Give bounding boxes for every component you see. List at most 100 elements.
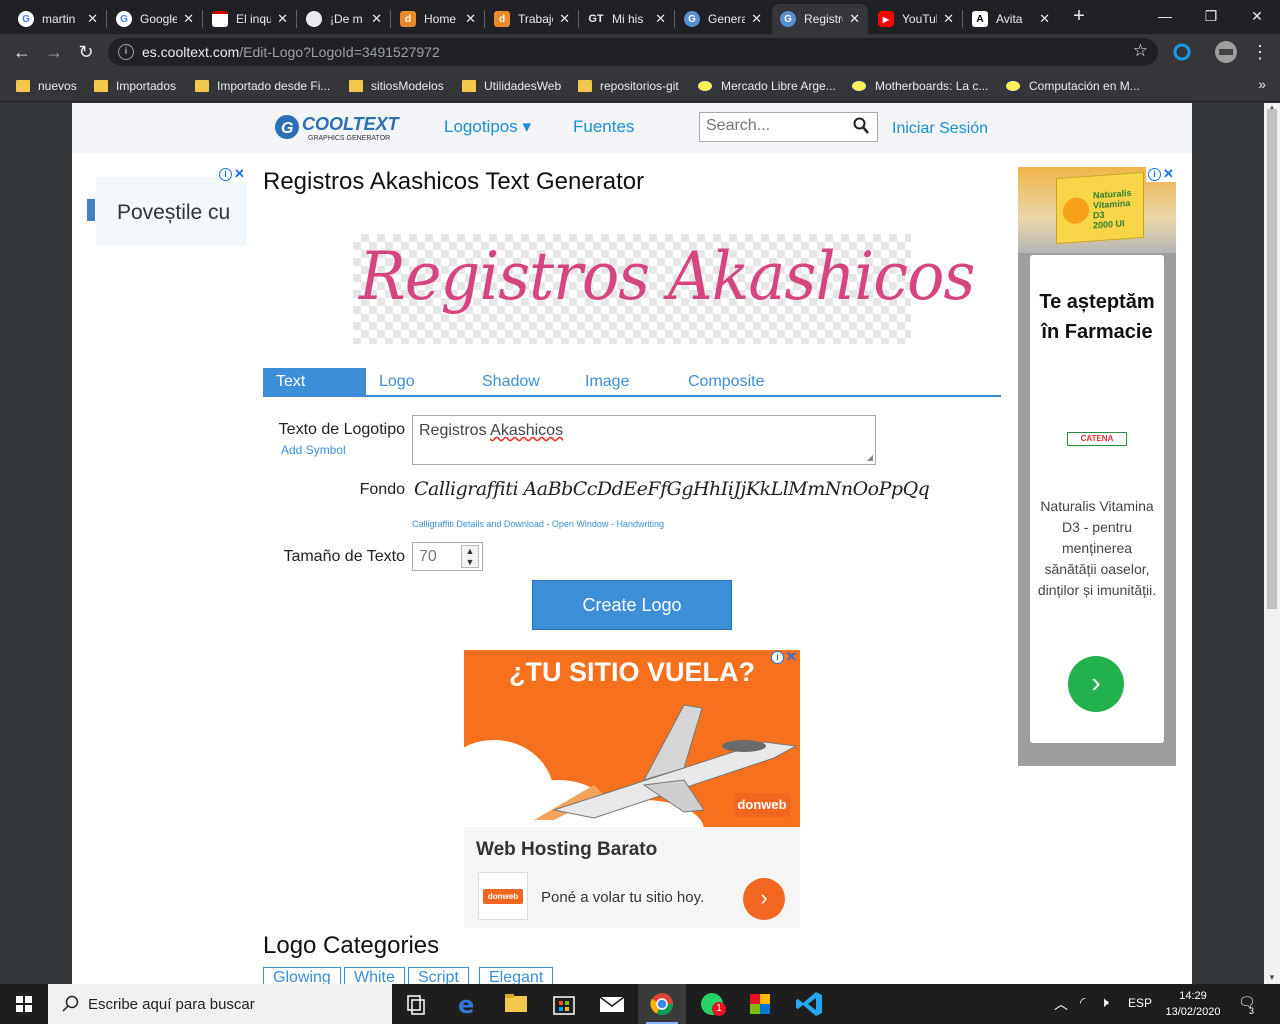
bookmark-item[interactable]: Motherboards: La c... [851,76,988,96]
bookmarks-more-icon[interactable]: » [1258,76,1266,92]
ad-choices[interactable]: i ✕ [769,649,799,665]
ad-choices[interactable]: i ✕ [217,166,247,182]
ad-left[interactable]: Poveștile cu [87,177,247,246]
file-explorer-icon[interactable] [492,984,540,1024]
add-symbol-link[interactable]: Add Symbol [281,443,346,457]
close-icon[interactable]: ✕ [559,11,570,27]
stepper-arrows-icon[interactable]: ▲ ▼ [461,545,479,568]
url-text[interactable]: es.cooltext.com/Edit-Logo?LogoId=3491527… [142,44,440,60]
bookmark-item[interactable]: repositorios-git [578,76,679,96]
edge-icon[interactable]: e [444,984,492,1024]
store-icon[interactable] [540,984,588,1024]
scroll-down-icon[interactable]: ▼ [1268,973,1276,982]
new-tab-button[interactable]: + [1068,6,1090,28]
search-icon[interactable] [853,117,869,135]
logo-text-input[interactable]: Registros Akashicos ◢ [412,415,876,465]
create-logo-button[interactable]: Create Logo [532,580,732,630]
bookmark-item[interactable]: Computación en M... [1005,76,1140,96]
browser-tab-active[interactable]: G Registros✕ [772,4,868,34]
bookmark-item[interactable]: Mercado Libre Arge... [697,76,836,96]
windows-start-icon[interactable] [0,984,48,1024]
close-icon[interactable]: ✕ [234,166,245,182]
browser-tab[interactable]: d Trabajo✕ [486,4,578,34]
bookmark-item[interactable]: nuevos [16,76,77,96]
text-size-input[interactable]: 70 ▲ ▼ [412,542,483,571]
ad-choices[interactable]: i ✕ [1146,166,1176,182]
tab-shadow[interactable]: Shadow [469,368,572,395]
scrollbar-thumb[interactable] [1267,109,1277,609]
chrome-taskbar-button[interactable] [638,984,686,1024]
network-icon[interactable]: ◜ [1080,994,1085,1011]
close-icon[interactable]: ✕ [786,649,797,665]
bookmark-item[interactable]: sitiosModelos [349,76,444,96]
bookmark-item[interactable]: UtilidadesWeb [462,76,561,96]
tab-image[interactable]: Image [572,368,675,395]
close-icon[interactable]: ✕ [849,11,860,27]
browser-tab[interactable]: G Generador✕ [676,4,770,34]
tray-arrow-icon[interactable]: ︿ [1054,994,1068,1014]
address-bar[interactable]: i es.cooltext.com/Edit-Logo?LogoId=34915… [108,38,1158,66]
forward-icon[interactable]: → [42,40,66,64]
browser-tab[interactable]: ▶ YouTube✕ [870,4,962,34]
category-button[interactable]: Elegant [479,967,554,984]
close-icon[interactable]: ✕ [277,11,288,27]
info-icon[interactable]: i [118,44,134,60]
ad-donweb[interactable]: ¿TU SITIO VUELA? donweb Web Hosting Bara… [464,650,800,928]
font-style-link[interactable]: Handwriting [616,519,664,529]
reload-icon[interactable]: ↻ [74,40,98,64]
browser-tab[interactable]: GT Mi his ✕ [580,4,674,34]
taskbar-search[interactable]: Escribe aquí para buscar [48,984,392,1024]
close-icon[interactable]: ✕ [1039,11,1050,27]
vscode-icon[interactable] [786,984,834,1024]
tab-text[interactable]: Text [263,368,366,395]
nav-fuentes[interactable]: Fuentes [573,117,634,137]
page-scrollbar[interactable]: ▲ ▼ [1264,103,1280,984]
whatsapp-taskbar-button[interactable]: 1 [688,984,736,1024]
font-open-window-link[interactable]: Open Window [552,519,609,529]
minimize-button[interactable]: — [1142,4,1188,28]
resize-handle-icon[interactable]: ◢ [867,453,873,462]
nav-logotipos[interactable]: Logotipos ▾ [444,117,531,137]
ad-go-button[interactable]: › [743,878,785,920]
tab-composite[interactable]: Composite [675,368,795,395]
volume-icon[interactable]: 🕨 [1100,994,1109,1011]
font-details-link[interactable]: Calligraffiti Details and Download [412,519,544,529]
paint-icon[interactable] [736,984,784,1024]
cooltext-logo[interactable]: G COOLTEXT GRAPHICS GENERATOR [272,111,412,143]
close-icon[interactable]: ✕ [1163,166,1174,182]
close-icon[interactable]: ✕ [183,11,194,27]
menu-icon[interactable]: ⋮ [1248,40,1272,64]
task-view-icon[interactable] [392,984,440,1024]
close-window-button[interactable]: ✕ [1234,4,1280,28]
language-indicator[interactable]: ESP [1128,996,1152,1010]
browser-tab[interactable]: d Home ✕ [392,4,484,34]
browser-tab[interactable]: G Google ✕ [108,4,202,34]
browser-tab[interactable]: A Avita ✕ [964,4,1058,34]
bookmark-item[interactable]: Importados [94,76,176,96]
ad-farmacie[interactable]: Naturalis Vitamina D3 2000 UI Te așteptăm … [1018,167,1176,766]
close-icon[interactable]: ✕ [751,11,762,27]
clock[interactable]: 14:29 13/02/2020 [1160,988,1226,1020]
close-icon[interactable]: ✕ [87,11,98,27]
font-selector[interactable]: Calligraffiti AaBbCcDdEeFfGgHhIiJjKkLlMm… [414,478,930,500]
close-icon[interactable]: ✕ [465,11,476,27]
avatar[interactable] [1214,40,1238,64]
close-icon[interactable]: ✕ [371,11,382,27]
close-icon[interactable]: ✕ [655,11,666,27]
browser-tab[interactable]: G martin ✕ [10,4,106,34]
category-button[interactable]: White [344,967,405,984]
ad-go-button[interactable]: › [1068,656,1124,712]
close-icon[interactable]: ✕ [943,11,954,27]
tab-logo[interactable]: Logo [366,368,469,395]
search-input[interactable] [700,113,840,139]
bookmark-item[interactable]: Importado desde Fi... [195,76,330,96]
category-button[interactable]: Glowing [263,967,341,984]
login-link[interactable]: Iniciar Sesión [892,120,988,138]
mail-icon[interactable] [588,984,636,1024]
category-button[interactable]: Script [408,967,469,984]
restore-button[interactable]: ❐ [1188,4,1234,28]
extension-icon[interactable] [1172,42,1192,62]
browser-tab[interactable]: El inquilino✕ [204,4,296,34]
bookmark-star-icon[interactable]: ☆ [1133,41,1148,61]
browser-tab[interactable]: ¡De m ✕ [298,4,390,34]
